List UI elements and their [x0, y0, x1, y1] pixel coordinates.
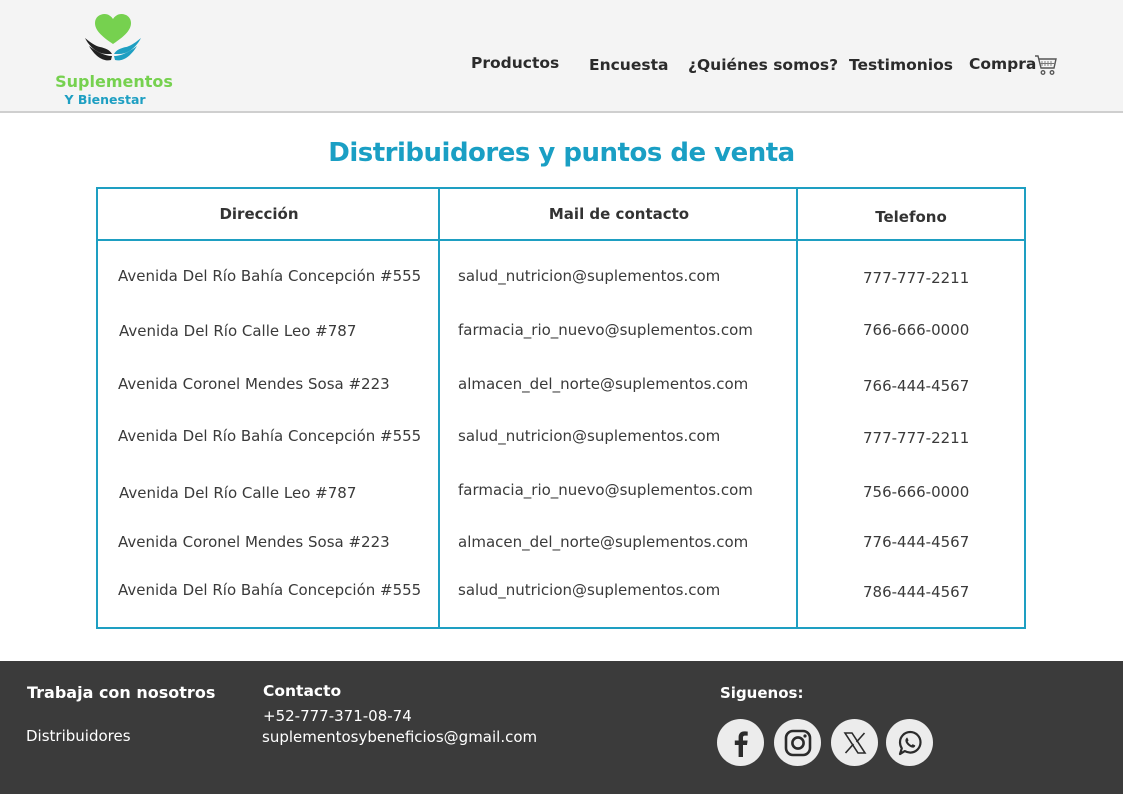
cell-mail[interactable]: salud_nutricion@suplementos.com — [458, 267, 720, 285]
site-logo[interactable]: Suplementos Y Bienestar — [55, 14, 175, 110]
footer-distribuidores-link[interactable]: Distribuidores — [26, 727, 131, 745]
cell-telefono: 786-444-4567 — [863, 583, 970, 601]
nav-productos[interactable]: Productos — [471, 54, 559, 72]
cell-telefono: 756-666-0000 — [863, 483, 970, 501]
cell-direccion: Avenida Del Río Bahía Concepción #555 — [118, 427, 422, 445]
cell-mail[interactable]: salud_nutricion@suplementos.com — [458, 581, 720, 599]
cell-telefono: 777-777-2211 — [863, 269, 970, 287]
cart-icon[interactable] — [1034, 53, 1058, 77]
footer-phone: +52-777-371-08-74 — [263, 707, 412, 725]
facebook-icon[interactable] — [717, 719, 764, 766]
cell-direccion: Avenida Del Río Bahía Concepción #555 — [118, 267, 422, 285]
cell-mail[interactable]: salud_nutricion@suplementos.com — [458, 427, 720, 445]
cell-telefono: 777-777-2211 — [863, 429, 970, 447]
cell-mail[interactable]: almacen_del_norte@suplementos.com — [458, 533, 748, 551]
cell-direccion: Avenida Del Río Calle Leo #787 — [119, 322, 357, 340]
logo-subtitle: Y Bienestar — [64, 92, 146, 107]
cell-telefono: 766-666-0000 — [863, 321, 970, 339]
footer-contact-heading: Contacto — [263, 682, 342, 700]
heart-hands-icon — [85, 14, 141, 61]
column-divider — [796, 189, 798, 627]
column-header-direccion: Dirección — [219, 205, 299, 223]
site-header: Suplementos Y Bienestar Productos Encues… — [0, 0, 1123, 113]
footer-social-heading: Siguenos: — [720, 684, 804, 702]
cell-direccion: Avenida Coronel Mendes Sosa #223 — [118, 375, 390, 393]
whatsapp-icon[interactable] — [886, 719, 933, 766]
header-divider — [98, 239, 1024, 241]
column-header-mail: Mail de contacto — [548, 205, 690, 223]
cell-direccion: Avenida Del Río Calle Leo #787 — [119, 484, 357, 502]
cell-mail[interactable]: farmacia_rio_nuevo@suplementos.com — [458, 321, 753, 339]
cell-mail[interactable]: farmacia_rio_nuevo@suplementos.com — [458, 481, 753, 499]
nav-quienes-somos[interactable]: ¿Quiénes somos? — [688, 56, 838, 74]
footer-email[interactable]: suplementosybeneficios@gmail.com — [262, 728, 537, 746]
cell-telefono: 766-444-4567 — [863, 377, 970, 395]
cell-mail[interactable]: almacen_del_norte@suplementos.com — [458, 375, 748, 393]
site-footer: Trabaja con nosotros Distribuidores Cont… — [0, 661, 1123, 794]
nav-encuesta[interactable]: Encuesta — [589, 56, 668, 74]
x-icon[interactable] — [831, 719, 878, 766]
instagram-icon[interactable] — [774, 719, 821, 766]
nav-compra[interactable]: Compra — [969, 55, 1036, 73]
cell-direccion: Avenida Coronel Mendes Sosa #223 — [118, 533, 390, 551]
cell-telefono: 776-444-4567 — [863, 533, 970, 551]
cell-direccion: Avenida Del Río Bahía Concepción #555 — [118, 581, 422, 599]
footer-work-heading: Trabaja con nosotros — [27, 683, 216, 702]
distributors-table: Dirección Mail de contacto Telefono Aven… — [96, 187, 1026, 629]
logo-title: Suplementos — [55, 72, 173, 91]
column-divider — [438, 189, 440, 627]
nav-testimonios[interactable]: Testimonios — [849, 56, 953, 74]
column-header-telefono: Telefono — [875, 208, 947, 226]
page-title: Distribuidores y puntos de venta — [328, 138, 795, 168]
